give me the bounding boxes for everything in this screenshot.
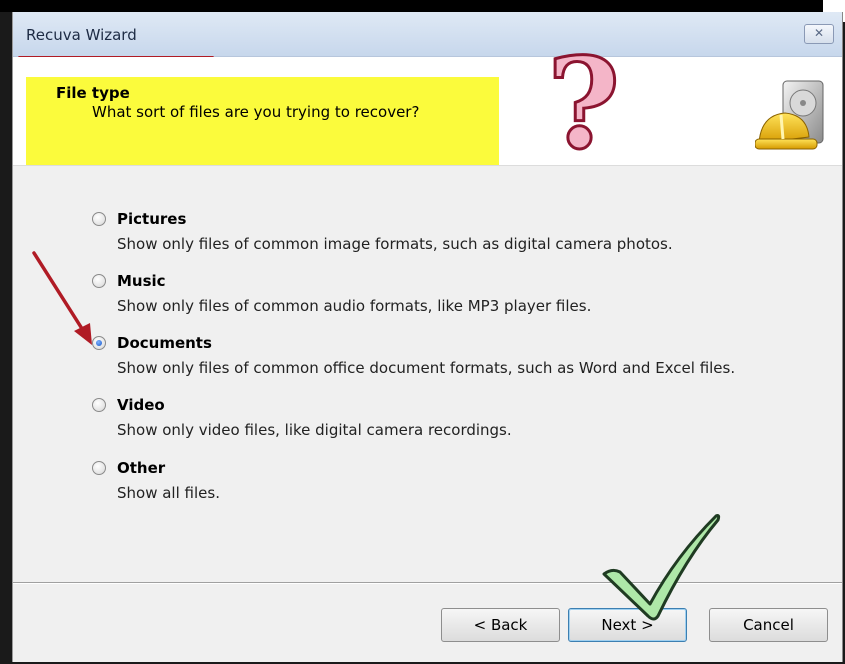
back-button[interactable]: < Back xyxy=(441,608,560,642)
wizard-header: File type What sort of files are you try… xyxy=(13,40,842,168)
option-description: Show only files of common audio formats,… xyxy=(117,297,592,315)
option-label[interactable]: Documents xyxy=(117,334,212,352)
close-button[interactable]: ✕ xyxy=(804,24,834,44)
header-title: File type xyxy=(56,84,130,102)
option-label[interactable]: Video xyxy=(117,396,165,414)
header-subtitle: What sort of files are you trying to rec… xyxy=(92,103,420,121)
red-arrow-icon xyxy=(32,251,92,345)
option-label[interactable]: Other xyxy=(117,459,165,477)
option-label[interactable]: Pictures xyxy=(117,210,186,228)
screen-top-border xyxy=(0,0,845,12)
radio-other[interactable] xyxy=(92,461,106,475)
option-description: Show only files of common office documen… xyxy=(117,359,736,377)
question-mark-icon: ? xyxy=(545,31,621,177)
radio-video[interactable] xyxy=(92,398,106,412)
cancel-button[interactable]: Cancel xyxy=(709,608,828,642)
title-bar: Recuva Wizard ✕ xyxy=(13,12,842,57)
radio-pictures[interactable] xyxy=(92,212,106,226)
hard-drive-hardhat-icon xyxy=(755,80,824,150)
option-label[interactable]: Music xyxy=(117,272,166,290)
recuva-wizard-window: Recuva Wizard ✕ File type What sort of f… xyxy=(12,12,843,662)
option-description: Show only files of common image formats,… xyxy=(117,235,673,253)
option-description: Show all files. xyxy=(117,484,220,502)
window-title: Recuva Wizard xyxy=(26,26,137,44)
option-description: Show only video files, like digital came… xyxy=(117,421,512,439)
green-checkmark-icon xyxy=(602,514,721,621)
